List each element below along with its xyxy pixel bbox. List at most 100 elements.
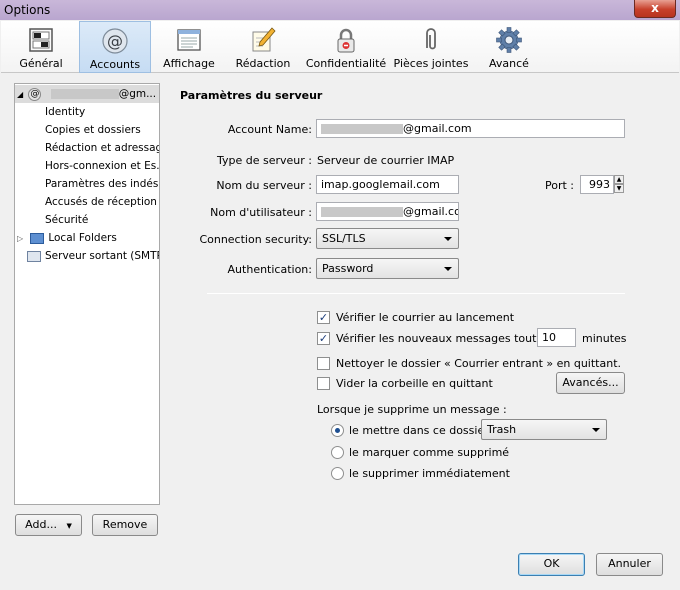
delete-heading: Lorsque je supprime un message : [317, 403, 507, 416]
account-tree[interactable]: ◢ @ @gm... Identity Copies et dossiers R… [14, 83, 160, 505]
paperclip-icon [426, 28, 436, 50]
chevron-down-icon [444, 237, 452, 241]
preferences-toolbar: Général @ Accounts Affichage Rédaction C… [1, 21, 679, 73]
padlock-icon [337, 28, 355, 53]
tab-accounts[interactable]: @ Accounts [79, 21, 151, 73]
spin-up-icon[interactable]: ▲ [614, 175, 624, 184]
close-button[interactable]: x [634, 0, 676, 18]
tab-general-label: Général [19, 57, 63, 70]
dropdown-arrow-icon: ▼ [66, 522, 72, 530]
clean-inbox-label[interactable]: Nettoyer le dossier « Courrier entrant »… [336, 357, 621, 370]
tree-item-local-folders[interactable]: ▷ Local Folders [17, 229, 117, 247]
add-label: Add... [25, 518, 57, 531]
connection-security-select[interactable]: SSL/TLS [316, 228, 459, 249]
tab-attachments[interactable]: Pièces jointes [391, 21, 471, 73]
tab-advanced[interactable]: Avancé [473, 21, 545, 73]
at-sign-icon: @ [102, 28, 128, 54]
tree-item-smtp[interactable]: Serveur sortant (SMTP) [27, 247, 160, 265]
divider [207, 293, 625, 294]
tree-account-gmail[interactable]: ◢ @ @gm... [15, 85, 159, 103]
tab-general[interactable]: Général [5, 21, 77, 73]
redacted-email [50, 89, 119, 99]
security-label: Connection security: [199, 233, 312, 246]
ok-button[interactable]: OK [518, 553, 585, 576]
tree-item-identity[interactable]: Identity [45, 103, 85, 121]
clean-inbox-checkbox[interactable] [317, 357, 330, 370]
spin-down-icon[interactable]: ▼ [614, 184, 624, 193]
account-name-input[interactable]: @gmail.com [316, 119, 625, 138]
trash-folder-select[interactable]: Trash [481, 419, 607, 440]
check-every-checkbox[interactable]: ✓ [317, 332, 330, 345]
account-name-value: @gmail.com [403, 122, 472, 135]
server-name-label: Nom du serveur : [216, 179, 312, 192]
authentication-value: Password [322, 262, 374, 275]
tree-item-copies-folders[interactable]: Copies et dossiers [45, 121, 141, 139]
username-value: @gmail.cor [403, 205, 458, 218]
options-window: Options x Général @ Accounts Affichage R… [0, 0, 680, 590]
check-every-label[interactable]: Vérifier les nouveaux messages toutes le… [336, 332, 568, 345]
svg-text:@: @ [107, 32, 123, 51]
chevron-down-icon [444, 267, 452, 271]
tab-composition[interactable]: Rédaction [227, 21, 299, 73]
server-name-input[interactable]: imap.googlemail.com [316, 175, 459, 194]
pencil-paper-icon [252, 27, 276, 52]
tab-composition-label: Rédaction [235, 57, 291, 70]
port-spinner[interactable]: ▲ ▼ [614, 175, 624, 194]
redacted-email [321, 124, 403, 134]
title-bar: Options x [0, 0, 680, 20]
port-label: Port : [544, 179, 574, 192]
server-type-value: Serveur de courrier IMAP [317, 154, 455, 167]
tab-advanced-label: Avancé [489, 57, 529, 70]
tab-privacy-label: Confidentialité [305, 57, 387, 70]
tab-display[interactable]: Affichage [153, 21, 225, 73]
gear-icon [496, 27, 522, 53]
tree-item-return-receipts[interactable]: Accusés de réception [45, 193, 157, 211]
delete-move-label[interactable]: le mettre dans ce dossier : [349, 424, 496, 437]
port-input[interactable]: 993 [580, 175, 614, 194]
delete-mark-radio[interactable] [331, 446, 344, 459]
display-window-icon [177, 29, 201, 51]
security-value: SSL/TLS [322, 232, 366, 245]
account-name-label: Account Name: [227, 123, 312, 136]
outgoing-server-icon [27, 250, 41, 262]
delete-now-radio[interactable] [331, 467, 344, 480]
expand-icon[interactable]: ▷ [17, 230, 27, 248]
tab-privacy[interactable]: Confidentialité [303, 21, 389, 73]
tree-item-junk-settings[interactable]: Paramètres des indésir... [45, 175, 159, 193]
tree-item-security[interactable]: Sécurité [45, 211, 88, 229]
username-input[interactable]: @gmail.cor [316, 202, 459, 221]
empty-trash-label[interactable]: Vider la corbeille en quittant [336, 377, 493, 390]
page-title: Paramètres du serveur [180, 89, 323, 102]
tab-accounts-label: Accounts [89, 58, 141, 71]
check-interval-input[interactable]: 10 [537, 328, 576, 347]
delete-mark-label[interactable]: le marquer comme supprimé [349, 446, 509, 459]
authentication-label: Authentication: [227, 263, 312, 276]
delete-now-label[interactable]: le supprimer immédiatement [349, 467, 510, 480]
tab-display-label: Affichage [163, 57, 215, 70]
tree-item-composition-addressing[interactable]: Rédaction et adressage [45, 139, 159, 157]
tree-smtp-label: Serveur sortant (SMTP) [45, 250, 160, 262]
local-folders-icon [30, 232, 45, 244]
redacted-email [321, 207, 403, 217]
empty-trash-checkbox[interactable] [317, 377, 330, 390]
close-icon: x [651, 1, 659, 15]
cancel-button[interactable]: Annuler [596, 553, 663, 576]
general-switch-icon [29, 28, 53, 52]
check-on-startup-label[interactable]: Vérifier le courrier au lancement [336, 311, 514, 324]
window-title: Options [4, 3, 51, 17]
account-at-icon: @ [28, 87, 42, 101]
delete-move-radio[interactable] [331, 424, 344, 437]
remove-account-button[interactable]: Remove [92, 514, 158, 536]
check-on-startup-checkbox[interactable]: ✓ [317, 311, 330, 324]
advanced-button[interactable]: Avancés... [556, 372, 625, 394]
minutes-label: minutes [582, 332, 627, 345]
expand-collapse-icon[interactable]: ◢ [17, 86, 25, 104]
tree-local-folders-label: Local Folders [48, 232, 117, 244]
tree-item-offline[interactable]: Hors-connexion et Es... [45, 157, 159, 175]
trash-folder-value: Trash [487, 423, 517, 436]
tab-attachments-label: Pièces jointes [393, 57, 469, 70]
server-type-label: Type de serveur : [216, 154, 312, 167]
add-account-button[interactable]: Add... ▼ [15, 514, 82, 536]
authentication-select[interactable]: Password [316, 258, 459, 279]
username-label: Nom d'utilisateur : [210, 206, 312, 219]
